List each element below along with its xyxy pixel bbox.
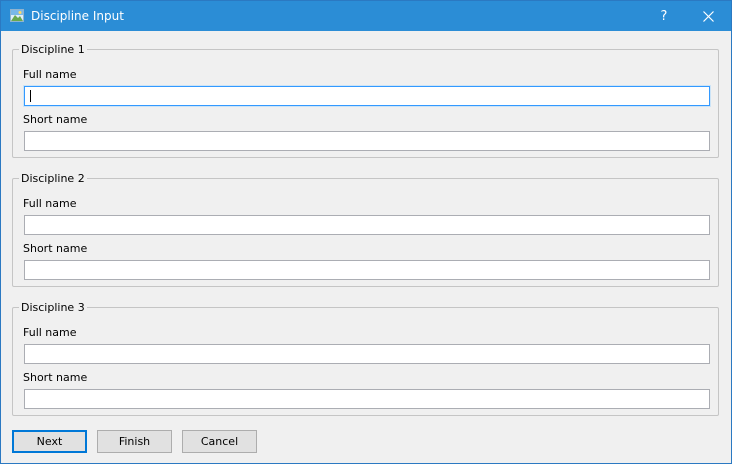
next-button[interactable]: Next (12, 430, 87, 453)
discipline-1-full-name-input[interactable] (24, 86, 710, 106)
title-bar[interactable]: Discipline Input ? (1, 1, 731, 31)
dialog-window: Discipline Input ? Discipline 1 Full nam… (0, 0, 732, 464)
group-title: Discipline 2 (19, 172, 87, 185)
group-title: Discipline 3 (19, 301, 87, 314)
discipline-3-short-name-input[interactable] (24, 389, 710, 409)
discipline-2-short-name-input[interactable] (24, 260, 710, 280)
window-title: Discipline Input (31, 9, 124, 23)
full-name-label: Full name (23, 197, 77, 210)
help-button[interactable]: ? (641, 1, 687, 31)
short-name-label: Short name (23, 242, 88, 255)
discipline-2-full-name-input[interactable] (24, 215, 710, 235)
cancel-button[interactable]: Cancel (182, 430, 257, 453)
short-name-label: Short name (23, 113, 88, 126)
discipline-1-short-name-input[interactable] (24, 131, 710, 151)
finish-button[interactable]: Finish (97, 430, 172, 453)
help-icon: ? (660, 8, 668, 24)
group-title: Discipline 1 (19, 43, 87, 56)
short-name-label: Short name (23, 371, 88, 384)
app-icon (10, 9, 24, 22)
discipline-3-full-name-input[interactable] (24, 344, 710, 364)
discipline-3-group: Discipline 3 Full name Short name (12, 301, 719, 416)
close-button[interactable] (685, 1, 731, 31)
text-caret (30, 90, 31, 102)
close-icon (702, 10, 714, 22)
discipline-1-group: Discipline 1 Full name Short name (12, 43, 719, 158)
full-name-label: Full name (23, 326, 77, 339)
full-name-label: Full name (23, 68, 77, 81)
discipline-2-group: Discipline 2 Full name Short name (12, 172, 719, 287)
